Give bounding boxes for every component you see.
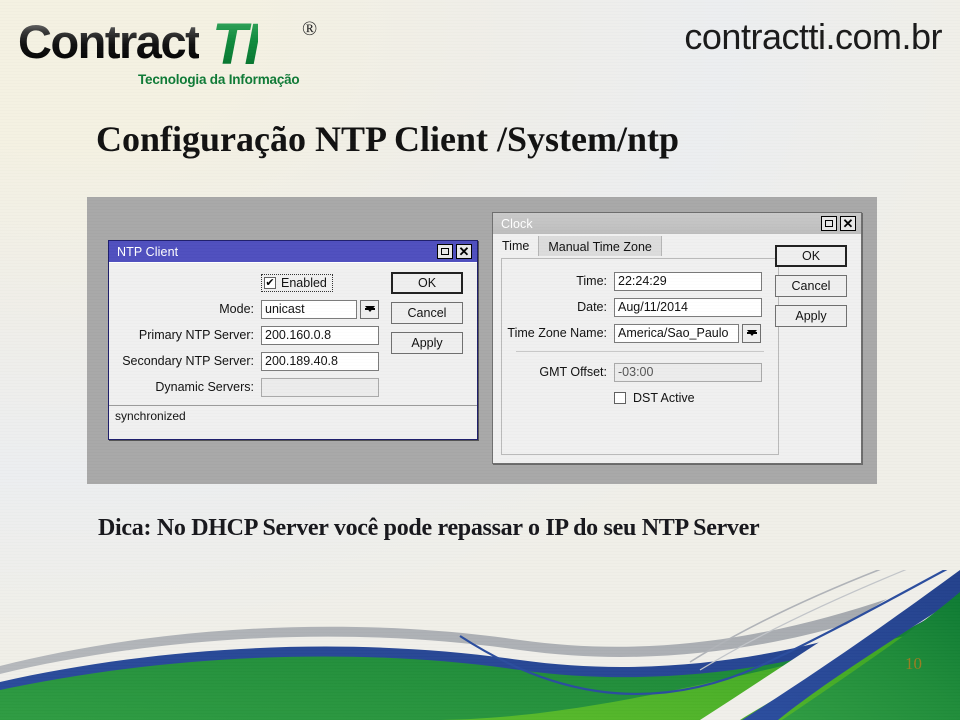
tab-manual-time-zone[interactable]: Manual Time Zone: [538, 236, 662, 257]
page-title: Configuração NTP Client /System/ntp: [96, 119, 680, 159]
dst-active-checkbox[interactable]: DST Active: [614, 391, 695, 405]
tab-time[interactable]: Time: [493, 234, 539, 257]
site-url: contractti.com.br: [684, 16, 942, 57]
ntp-dynamic-label: Dynamic Servers:: [155, 380, 254, 394]
logo-tagline: Tecnologia da Informação: [138, 72, 300, 87]
clock-time-label: Time:: [576, 274, 607, 288]
ntp-secondary-label: Secondary NTP Server:: [122, 354, 254, 368]
clock-gmt-input: -03:00: [614, 362, 762, 382]
clock-window: Clock ✕ Time Manual Time Zone Time: 22:2…: [492, 212, 862, 464]
clock-date-input[interactable]: Aug/11/2014: [614, 297, 762, 317]
ntp-secondary-input[interactable]: 200.189.40.8: [261, 351, 379, 371]
maximize-icon[interactable]: [821, 216, 837, 231]
ntp-button-column: OK Cancel Apply: [391, 272, 463, 354]
clock-date-label: Date:: [577, 300, 607, 314]
clock-date-row: Date: Aug/11/2014: [502, 296, 778, 318]
panel-divider: [516, 351, 764, 352]
ntp-dynamic-row: Dynamic Servers:: [109, 376, 477, 398]
clock-time-input[interactable]: 22:24:29: [614, 271, 762, 291]
clock-body: Time Manual Time Zone Time: 22:24:29 Dat…: [493, 234, 861, 463]
apply-button[interactable]: Apply: [391, 332, 463, 354]
ntp-client-body: ✔ Enabled Mode: unicast Primary NTP Serv…: [109, 262, 477, 425]
close-icon[interactable]: ✕: [456, 244, 472, 259]
check-icon: ✔: [265, 276, 275, 289]
logo-wordmark: Contract: [18, 15, 201, 68]
slide-canvas: Contract TI ® Tecnologia da Informação c…: [0, 0, 960, 720]
ntp-client-title: NTP Client: [117, 244, 179, 259]
decorative-swoosh: [0, 570, 960, 720]
close-icon[interactable]: ✕: [840, 216, 856, 231]
ntp-mode-label: Mode:: [219, 302, 254, 316]
enabled-label: Enabled: [281, 276, 327, 290]
contractti-logo: Contract TI ® Tecnologia da Informação: [14, 12, 318, 90]
clock-button-column: OK Cancel Apply: [775, 245, 847, 327]
ntp-dynamic-input: [261, 377, 379, 397]
registered-trademark-icon: ®: [302, 18, 318, 40]
ntp-client-titlebar: NTP Client ✕: [109, 241, 477, 262]
cancel-button[interactable]: Cancel: [775, 275, 847, 297]
ntp-primary-label: Primary NTP Server:: [138, 328, 254, 342]
clock-time-row: Time: 22:24:29: [502, 270, 778, 292]
maximize-icon[interactable]: [437, 244, 453, 259]
clock-title: Clock: [501, 216, 533, 231]
cancel-button[interactable]: Cancel: [391, 302, 463, 324]
ok-button[interactable]: OK: [775, 245, 847, 267]
logo-accent-ti: TI: [212, 12, 261, 77]
ntp-client-window: NTP Client ✕ ✔ Enabled Mode: unicast Pri…: [108, 240, 478, 440]
chevron-down-icon[interactable]: [742, 323, 761, 343]
clock-timezone-input[interactable]: America/Sao_Paulo: [614, 323, 739, 343]
enabled-checkbox[interactable]: ✔ Enabled: [261, 274, 333, 292]
apply-button[interactable]: Apply: [775, 305, 847, 327]
slide-footnote: Dica: No DHCP Server você pode repassar …: [98, 515, 760, 541]
checkbox-box[interactable]: [614, 392, 626, 404]
clock-timezone-label: Time Zone Name:: [507, 326, 607, 340]
checkbox-box[interactable]: ✔: [264, 277, 276, 289]
clock-time-panel: Time: 22:24:29 Date: Aug/11/2014 Time Zo…: [501, 258, 779, 455]
ntp-status-bar: synchronized: [109, 405, 477, 425]
chevron-down-icon[interactable]: [360, 299, 379, 319]
clock-gmt-row: GMT Offset: -03:00: [502, 361, 778, 383]
ntp-mode-input[interactable]: unicast: [261, 299, 357, 319]
ok-button[interactable]: OK: [391, 272, 463, 294]
clock-titlebar: Clock ✕: [493, 213, 861, 234]
dst-active-label: DST Active: [633, 391, 695, 405]
page-number: 10: [905, 654, 922, 673]
clock-timezone-row: Time Zone Name: America/Sao_Paulo: [502, 322, 778, 344]
clock-gmt-label: GMT Offset:: [539, 365, 607, 379]
clock-dst-row: DST Active: [502, 387, 778, 409]
ntp-primary-input[interactable]: 200.160.0.8: [261, 325, 379, 345]
